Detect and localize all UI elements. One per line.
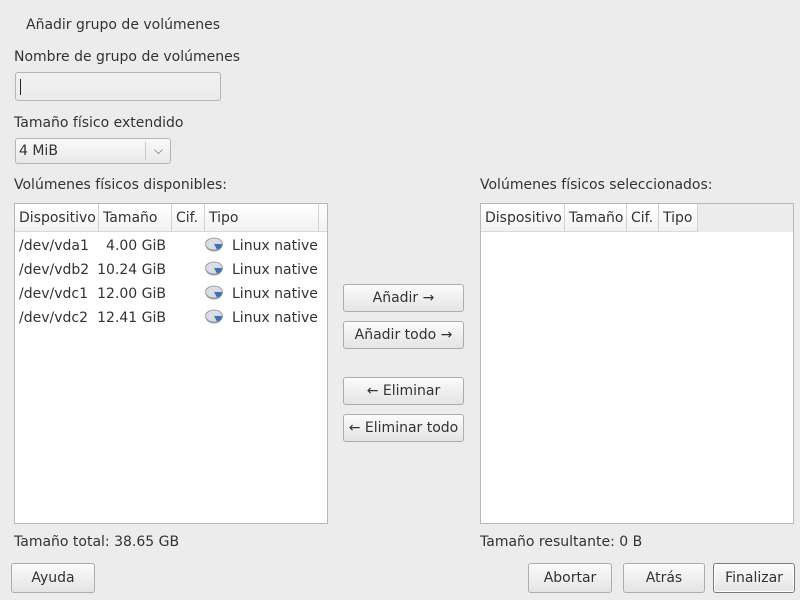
table-row[interactable]: /dev/vdc2 12.41 GiB Linux native [15, 306, 327, 330]
selected-label: Volúmenes físicos seleccionados: [480, 177, 713, 193]
table-row[interactable]: /dev/vda1 4.00 GiB Linux native [15, 234, 327, 258]
extent-selected-value: 4 MiB [19, 143, 58, 159]
help-button[interactable]: Ayuda [11, 563, 95, 593]
remove-all-button[interactable]: ← Eliminar todo [343, 414, 464, 442]
help-button-label: Ayuda [31, 570, 75, 586]
selected-total: Tamaño resultante: 0 B [480, 534, 643, 550]
disk-icon [205, 261, 223, 276]
finish-button[interactable]: Finalizar [713, 563, 795, 593]
column-header-encrypted[interactable]: Cif. [627, 204, 659, 232]
back-button-label: Atrás [645, 570, 683, 586]
device-cell: /dev/vdc2 [19, 310, 88, 326]
size-cell: 12.41 GiB [97, 310, 166, 326]
vg-name-input[interactable] [15, 72, 221, 101]
column-header-size[interactable]: Tamaño [565, 204, 627, 232]
type-cell: Linux native [232, 310, 318, 326]
column-header-type[interactable]: Tipo [659, 204, 698, 232]
add-button[interactable]: Añadir → [343, 284, 464, 312]
column-header-size[interactable]: Tamaño [99, 204, 172, 232]
type-cell: Linux native [232, 286, 318, 302]
device-cell: /dev/vda1 [19, 238, 89, 254]
extent-combobox[interactable]: 4 MiB ⌵ [15, 138, 171, 164]
remove-button-label: ← Eliminar [366, 383, 441, 399]
text-caret [20, 79, 21, 95]
type-cell: Linux native [232, 262, 318, 278]
abort-button[interactable]: Abortar [528, 563, 612, 593]
size-cell: 10.24 GiB [97, 262, 166, 278]
vg-name-label: Nombre de grupo de volúmenes [14, 49, 241, 65]
table-row[interactable]: /dev/vdb2 10.24 GiB Linux native [15, 258, 327, 282]
available-total: Tamaño total: 38.65 GB [14, 534, 180, 550]
device-cell: /dev/vdb2 [19, 262, 90, 278]
selected-table[interactable]: Dispositivo Tamaño Cif. Tipo [480, 203, 794, 524]
disk-icon [205, 285, 223, 300]
column-header-device[interactable]: Dispositivo [15, 204, 99, 232]
available-label: Volúmenes físicos disponibles: [14, 177, 227, 193]
size-cell: 12.00 GiB [97, 286, 166, 302]
column-header-type[interactable]: Tipo [205, 204, 319, 232]
back-button[interactable]: Atrás [623, 563, 705, 593]
column-header-filler [319, 204, 327, 232]
abort-button-label: Abortar [543, 570, 597, 586]
finish-button-label: Finalizar [725, 570, 783, 586]
disk-icon [205, 237, 223, 252]
type-cell: Linux native [232, 238, 318, 254]
header-filler [698, 204, 793, 232]
available-table[interactable]: Dispositivo Tamaño Cif. Tipo /dev/vda1 4… [14, 203, 328, 524]
table-row[interactable]: /dev/vdc1 12.00 GiB Linux native [15, 282, 327, 306]
add-all-button-label: Añadir todo → [354, 327, 453, 343]
combo-separator [145, 142, 146, 160]
add-all-button[interactable]: Añadir todo → [343, 321, 464, 349]
size-cell: 4.00 GiB [106, 238, 166, 254]
remove-button[interactable]: ← Eliminar [343, 377, 464, 405]
remove-all-button-label: ← Eliminar todo [348, 420, 459, 436]
column-header-encrypted[interactable]: Cif. [172, 204, 205, 232]
disk-icon [205, 309, 223, 324]
dialog-title: Añadir grupo de volúmenes [26, 17, 221, 33]
device-cell: /dev/vdc1 [19, 286, 88, 302]
chevron-down-icon: ⌵ [153, 143, 163, 157]
add-button-label: Añadir → [372, 290, 435, 306]
extent-label: Tamaño físico extendido [14, 115, 184, 131]
column-header-device[interactable]: Dispositivo [481, 204, 565, 232]
